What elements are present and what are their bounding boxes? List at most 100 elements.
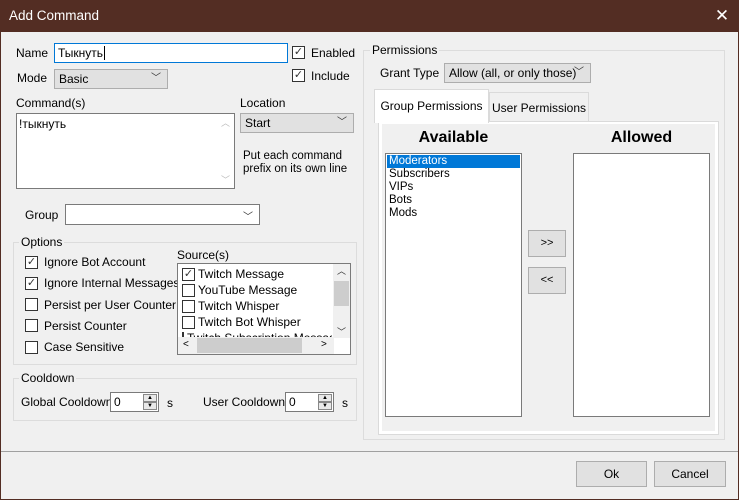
allowed-list[interactable]	[573, 153, 710, 417]
location-hint: Put each command prefix on its own line	[243, 150, 347, 176]
cooldown-title: Cooldown	[19, 371, 77, 385]
source-label: Twitch Whisper	[198, 299, 280, 313]
window-title: Add Command	[9, 8, 100, 23]
scroll-left-icon: <	[183, 339, 189, 350]
enabled-label: Enabled	[311, 46, 356, 60]
global-cooldown-value: 0	[114, 395, 121, 409]
checkbox[interactable]: ✓	[182, 267, 195, 281]
user-cooldown-unit: s	[342, 396, 348, 410]
commands-label: Command(s)	[16, 96, 86, 110]
checkbox[interactable]	[182, 283, 195, 297]
scroll-up-icon: ︿	[336, 266, 346, 276]
option-label: Case Sensitive	[44, 340, 125, 355]
sources-vertical-scrollbar[interactable]: ︿ ﹀	[333, 264, 350, 338]
sources-items: ✓ Twitch Message YouTube Message Twitch Whi…	[182, 266, 332, 339]
name-input[interactable]: Тыкнуть	[54, 43, 288, 63]
chevron-down-icon: ﹀	[151, 73, 161, 84]
option-checkbox-row[interactable]: ✓ Ignore Bot Account	[25, 255, 145, 269]
name-label: Name	[16, 46, 49, 60]
source-item[interactable]: Twitch Bot Whisper	[182, 314, 332, 330]
checkbox[interactable]	[25, 340, 38, 354]
tab-user-permissions[interactable]: User Permissions	[489, 92, 589, 121]
commands-textarea[interactable]: !тыкнуть ︿ ﹀	[16, 113, 235, 189]
tab-group-permissions[interactable]: Group Permissions	[374, 89, 489, 123]
grant-type-label: Grant Type	[380, 66, 440, 80]
mode-label: Mode	[17, 71, 48, 85]
include-checkbox[interactable]: ✓	[292, 69, 305, 82]
global-cooldown-label: Global Cooldown	[21, 395, 113, 409]
available-item[interactable]: Mods	[387, 207, 520, 220]
sources-label: Source(s)	[177, 248, 230, 262]
title-bar: Add Command ✕	[0, 0, 739, 32]
checkbox[interactable]: ✓	[25, 276, 38, 290]
user-cooldown-label: User Cooldown	[203, 395, 286, 409]
option-checkbox-row[interactable]: ✓ Ignore Internal Messages	[25, 276, 179, 290]
chevron-down-icon: ﹀	[574, 67, 584, 78]
add-permission-button[interactable]: >>	[528, 230, 566, 257]
scroll-thumb[interactable]	[334, 281, 349, 306]
spin-down-icon[interactable]: ▼	[143, 402, 157, 410]
tab-label: User Permissions	[491, 101, 587, 115]
chevron-down-icon: ﹀	[243, 212, 253, 223]
commands-value: !тыкнуть	[19, 117, 67, 131]
name-input-value: Тыкнуть	[58, 46, 104, 60]
close-icon[interactable]: ✕	[710, 4, 734, 28]
available-list[interactable]: Moderators Subscribers VIPs Bots Mods	[385, 153, 522, 417]
global-cooldown-unit: s	[167, 396, 173, 410]
user-cooldown-spinner[interactable]: 0 ▲ ▼	[285, 392, 334, 412]
grant-type-value: Allow (all, or only those)	[449, 66, 577, 80]
option-checkbox-row[interactable]: Case Sensitive	[25, 340, 124, 354]
checkbox[interactable]	[182, 315, 195, 329]
available-item[interactable]: Subscribers	[387, 168, 520, 181]
textarea-scrollbar[interactable]: ︿ ﹀	[218, 116, 233, 186]
source-item[interactable]: Twitch Whisper	[182, 298, 332, 314]
scroll-up-icon: ︿	[220, 118, 230, 128]
location-select[interactable]: Start ﹀	[240, 113, 354, 133]
scroll-down-icon: ﹀	[336, 327, 346, 337]
available-header: Available	[418, 129, 489, 146]
source-item[interactable]: YouTube Message	[182, 282, 332, 298]
scroll-thumb[interactable]	[197, 338, 302, 353]
permissions-title: Permissions	[370, 43, 440, 57]
remove-permission-button[interactable]: <<	[528, 267, 566, 294]
enabled-checkbox[interactable]: ✓	[292, 46, 305, 59]
sources-horizontal-scrollbar[interactable]: < >	[178, 337, 334, 354]
user-cooldown-value: 0	[289, 395, 296, 409]
hint-line: prefix on its own line	[243, 163, 348, 175]
option-label: Ignore Internal Messages	[44, 276, 180, 291]
location-label: Location	[240, 96, 286, 110]
global-cooldown-spinner[interactable]: 0 ▲ ▼	[110, 392, 159, 412]
spin-down-icon[interactable]: ▼	[318, 402, 332, 410]
cancel-button[interactable]: Cancel	[654, 461, 726, 487]
spin-up-icon[interactable]: ▲	[143, 394, 157, 402]
source-label: YouTube Message	[198, 283, 298, 297]
options-title: Options	[19, 235, 65, 249]
hint-line: Put each command	[243, 150, 343, 162]
chevron-down-icon: ﹀	[337, 117, 347, 128]
available-item[interactable]: Moderators	[387, 155, 520, 168]
group-combobox[interactable]: ﹀	[65, 204, 260, 225]
spin-up-icon[interactable]: ▲	[318, 394, 332, 402]
mode-select[interactable]: Basic ﹀	[54, 69, 168, 89]
mode-value: Basic	[59, 72, 89, 86]
checkbox[interactable]: ✓	[25, 255, 38, 269]
include-label: Include	[311, 69, 350, 83]
scroll-right-icon: >	[321, 339, 327, 350]
scroll-down-icon: ﹀	[220, 175, 230, 185]
checkbox[interactable]	[25, 298, 38, 312]
available-item[interactable]: VIPs	[387, 181, 520, 194]
location-value: Start	[245, 116, 271, 130]
allowed-header: Allowed	[610, 129, 673, 146]
sources-checked-list[interactable]: ✓ Twitch Message YouTube Message Twitch Whi…	[177, 263, 351, 355]
option-label: Ignore Bot Account	[44, 255, 146, 269]
source-item[interactable]: ✓ Twitch Message	[182, 266, 332, 282]
source-label: Twitch Message	[198, 267, 285, 281]
option-checkbox-row[interactable]: Persist Counter	[25, 319, 127, 333]
grant-type-select[interactable]: Allow (all, or only those) ﹀	[444, 63, 591, 83]
tab-label: Group Permissions	[380, 99, 483, 113]
available-item[interactable]: Bots	[387, 194, 520, 207]
option-checkbox-row[interactable]: Persist per User Counter	[25, 298, 176, 312]
checkbox[interactable]	[25, 319, 38, 333]
ok-button[interactable]: Ok	[576, 461, 647, 487]
checkbox[interactable]	[182, 299, 195, 313]
